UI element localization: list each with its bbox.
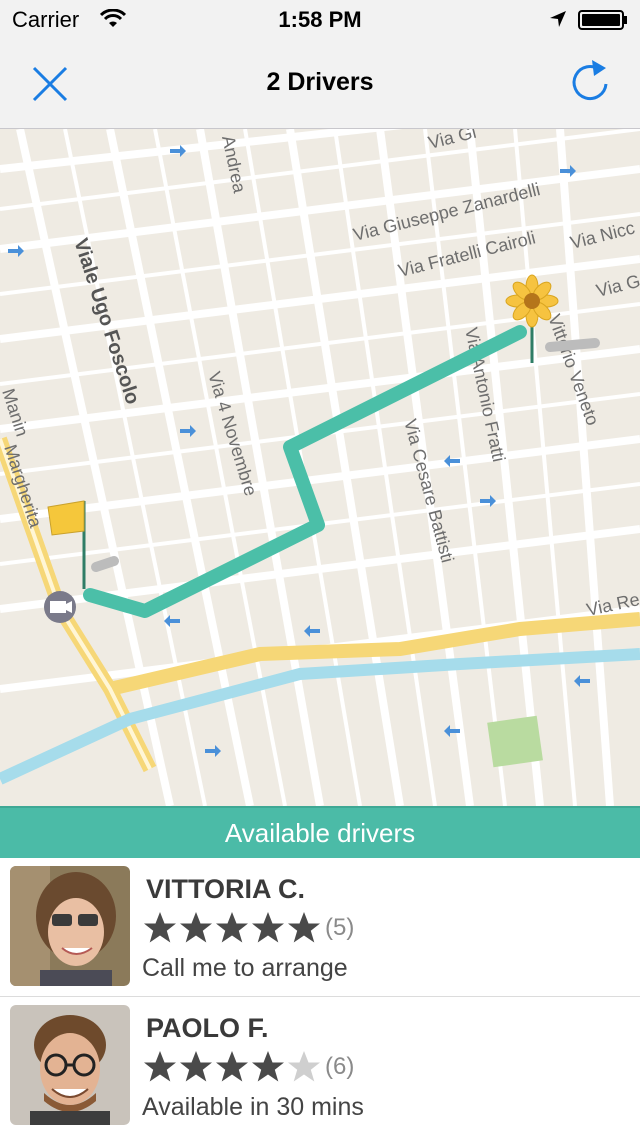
page-title: 2 Drivers: [266, 68, 374, 96]
star-icons: [144, 1051, 320, 1082]
navigation-bar: 2 Drivers: [0, 40, 640, 129]
clock: 1:58 PM: [278, 7, 362, 32]
driver-name: VITTORIA C.: [146, 874, 306, 904]
cinema-icon: [44, 591, 76, 623]
location-arrow-icon: [548, 9, 568, 34]
battery-icon: [578, 10, 628, 30]
avatar: [10, 866, 130, 986]
driver-availability: Available in 30 mins: [142, 1093, 364, 1121]
star-icons: [144, 912, 320, 943]
refresh-icon[interactable]: [566, 58, 614, 106]
route-map[interactable]: Via Giuseppe Zanardelli Via Fratelli Cai…: [0, 129, 640, 806]
driver-row[interactable]: VITTORIA C. (5) Call me to arrange: [0, 858, 640, 997]
review-count: (5): [325, 914, 355, 941]
avatar: [10, 1005, 130, 1125]
driver-row[interactable]: PAOLO F. (6) Available in 30 mins: [0, 997, 640, 1135]
star-rating: [142, 1047, 322, 1087]
star-rating: [142, 908, 322, 948]
available-drivers-header: Available drivers: [0, 806, 640, 858]
driver-availability: Call me to arrange: [142, 954, 348, 982]
driver-name: PAOLO F.: [146, 1013, 269, 1043]
review-count: (6): [325, 1053, 355, 1080]
status-bar: Carrier 1:58 PM: [0, 0, 640, 40]
